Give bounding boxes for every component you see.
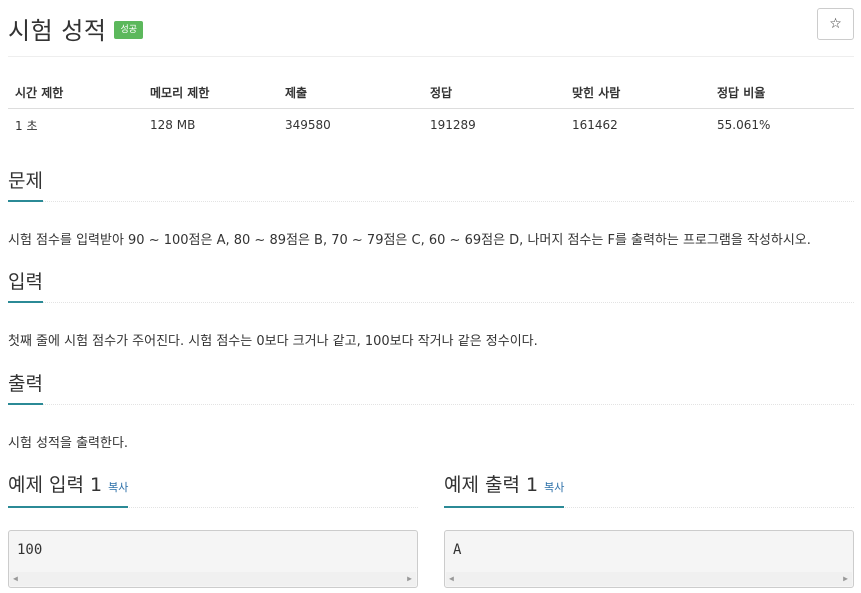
input-title: 입력 [8, 270, 43, 303]
description-title: 문제 [8, 169, 43, 202]
scroll-left-icon[interactable]: ◀ [449, 572, 454, 586]
value-solvers: 161462 [572, 118, 618, 133]
title-row: 시험 성적 성공 [8, 8, 144, 48]
info-header-row: 시간 제한 메모리 제한 제출 정답 맞힌 사람 정답 비율 [8, 78, 854, 109]
input-text: 첫째 줄에 시험 점수가 주어진다. 시험 점수는 0보다 크거나 같고, 10… [8, 334, 538, 349]
problem-info-table: 시간 제한 메모리 제한 제출 정답 맞힌 사람 정답 비율 1 초 128 M… [8, 78, 854, 142]
value-accepted: 191289 [430, 118, 476, 133]
star-button[interactable]: ☆ [817, 8, 854, 40]
status-badge: 성공 [114, 21, 144, 39]
example-input-scrollbar[interactable] [10, 572, 416, 586]
example-input-code[interactable]: 100 ◀ ▶ [8, 530, 418, 588]
example-output-code[interactable]: A ◀ ▶ [444, 530, 854, 588]
value-submissions: 349580 [285, 118, 331, 133]
example-input-value: 100 [17, 542, 43, 558]
example-input-title: 예제 입력 1 [8, 474, 103, 496]
scroll-right-icon[interactable]: ▶ [843, 572, 848, 586]
output-text: 시험 성적을 출력한다. [8, 436, 129, 451]
copy-output-link[interactable]: 복사 [544, 481, 564, 494]
scroll-left-icon[interactable]: ◀ [13, 572, 18, 586]
output-header: 출력 [8, 371, 854, 405]
info-value-row: 1 초 128 MB 349580 191289 161462 55.061% [8, 108, 854, 142]
page-title: 시험 성적 [8, 16, 107, 45]
header-memory-limit: 메모리 제한 [143, 78, 278, 109]
example-output-title: 예제 출력 1 [444, 474, 539, 496]
header-submissions: 제출 [278, 78, 423, 109]
scroll-right-icon[interactable]: ▶ [407, 572, 412, 586]
header-solvers: 맞힌 사람 [565, 78, 710, 109]
header-time-limit: 시간 제한 [8, 78, 143, 109]
star-icon: ☆ [829, 16, 842, 32]
header-accept-ratio: 정답 비율 [710, 78, 854, 109]
header-accepted: 정답 [423, 78, 565, 109]
example-output-header: 예제 출력 1 복사 [444, 474, 854, 508]
example-output-scrollbar[interactable] [446, 572, 852, 586]
description-header: 문제 [8, 168, 854, 202]
example-output-value: A [453, 542, 462, 558]
value-memory-limit: 128 MB [150, 118, 196, 133]
input-header: 입력 [8, 269, 854, 303]
example-input-header: 예제 입력 1 복사 [8, 474, 418, 508]
title-divider [8, 56, 854, 57]
value-time-limit: 1 초 [15, 118, 38, 133]
value-accept-ratio: 55.061% [717, 118, 771, 133]
output-title: 출력 [8, 372, 43, 405]
copy-input-link[interactable]: 복사 [108, 481, 128, 494]
description-text: 시험 점수를 입력받아 90 ~ 100점은 A, 80 ~ 89점은 B, 7… [8, 233, 811, 248]
